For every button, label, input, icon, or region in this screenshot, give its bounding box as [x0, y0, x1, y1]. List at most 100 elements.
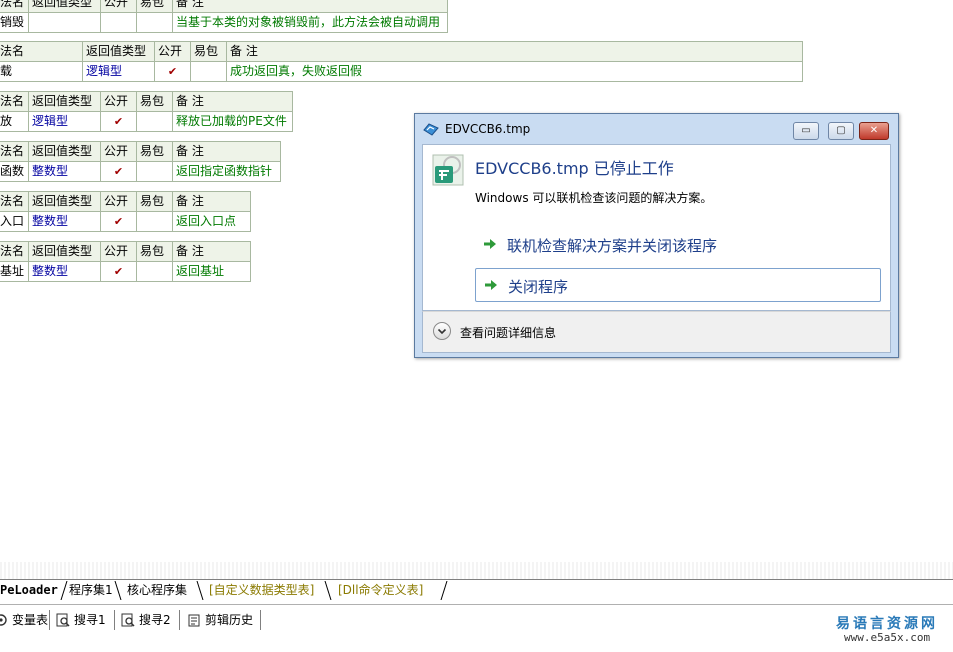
app-icon [423, 123, 439, 136]
clipboard-icon [188, 614, 200, 627]
crash-dialog: EDVCCB6.tmp ▭ ▢ ✕ EDVCCB6.tmp 已停止工作 Wind… [414, 113, 899, 358]
cell-return-type[interactable]: 逻辑型 [82, 61, 155, 82]
cell-note[interactable]: 返回入口点 [172, 211, 251, 232]
cell-return-type[interactable]: 逻辑型 [28, 111, 101, 132]
maximize-icon: ▢ [836, 125, 846, 136]
check-online-label: 联机检查解决方案并关闭该程序 [507, 237, 718, 255]
tab-core-program-set[interactable]: 核心程序集 [123, 582, 191, 599]
header-easy-pkg: 易包 [136, 191, 173, 212]
header-return-type: 返回值类型 [28, 241, 101, 262]
cell-method-name[interactable]: 函数 [0, 161, 29, 182]
header-note: 备 注 [172, 191, 251, 212]
header-method-name: 法名 [0, 241, 29, 262]
dialog-titlebar[interactable]: EDVCCB6.tmp ▭ ▢ ✕ [415, 114, 898, 144]
cell-public[interactable]: ✔ [100, 211, 137, 232]
method-table-1: 法名 返回值类型 公开 易包 备 注 销毁 当基于本类的对象被销毁前，此方法会被… [0, 0, 448, 33]
header-method-name: 法名 [0, 41, 83, 62]
cell-method-name[interactable]: 入口 [0, 211, 29, 232]
cell-method-name[interactable]: 载 [0, 61, 83, 82]
table-row[interactable]: 放 逻辑型 ✔ 释放已加载的PE文件 [0, 111, 293, 132]
cell-return-type[interactable]: 整数型 [28, 211, 101, 232]
search-doc-icon [56, 613, 70, 627]
cell-easy-pkg[interactable] [136, 211, 173, 232]
header-return-type: 返回值类型 [28, 0, 101, 13]
header-method-name: 法名 [0, 191, 29, 212]
table-row[interactable]: 载 逻辑型 ✔ 成功返回真，失败返回假 [0, 61, 803, 82]
header-note: 备 注 [172, 141, 281, 162]
tab-custom-data-types[interactable]: [自定义数据类型表] [205, 582, 318, 599]
close-icon: ✕ [869, 125, 879, 136]
search-2-button[interactable]: 搜寻2 [121, 611, 171, 629]
cell-public[interactable]: ✔ [100, 261, 137, 282]
cell-note[interactable]: 当基于本类的对象被销毁前，此方法会被自动调用 [172, 12, 448, 33]
header-method-name: 法名 [0, 0, 29, 13]
close-button[interactable]: ✕ [859, 122, 889, 140]
tab-separator [114, 581, 122, 600]
dialog-heading: EDVCCB6.tmp 已停止工作 [475, 159, 674, 178]
cell-easy-pkg[interactable] [136, 161, 173, 182]
header-note: 备 注 [172, 241, 251, 262]
variable-table-label: 变量表 [12, 613, 49, 627]
tab-peloader[interactable]: PeLoader [0, 582, 62, 599]
cell-public[interactable] [100, 12, 137, 33]
program-icon [432, 154, 464, 186]
cell-method-name[interactable]: 销毁 [0, 12, 29, 33]
close-program-option[interactable]: 关闭程序 [475, 268, 881, 302]
cell-easy-pkg[interactable] [136, 111, 173, 132]
maximize-button[interactable]: ▢ [828, 122, 854, 140]
cell-method-name[interactable]: 放 [0, 111, 29, 132]
cell-return-type[interactable]: 整数型 [28, 161, 101, 182]
cell-note[interactable]: 释放已加载的PE文件 [172, 111, 293, 132]
header-note: 备 注 [226, 41, 803, 62]
header-method-name: 法名 [0, 141, 29, 162]
header-easy-pkg: 易包 [136, 141, 173, 162]
editor-bottom-edge [0, 562, 953, 579]
tab-program-set-1[interactable]: 程序集1 [65, 582, 117, 599]
search-1-button[interactable]: 搜寻1 [56, 611, 106, 629]
cell-public[interactable]: ✔ [154, 61, 191, 82]
check-online-option[interactable]: 联机检查解决方案并关闭该程序 [475, 228, 881, 262]
method-table-2: 法名 返回值类型 公开 易包 备 注 载 逻辑型 ✔ 成功返回真，失败返回假 [0, 41, 803, 82]
header-public: 公开 [154, 41, 191, 62]
method-table-3: 法名 返回值类型 公开 易包 备 注 放 逻辑型 ✔ 释放已加载的PE文件 [0, 91, 293, 132]
variable-table-button[interactable]: 变量表 [0, 611, 48, 629]
header-note: 备 注 [172, 91, 293, 112]
table-header-row: 法名 返回值类型 公开 易包 备 注 [0, 91, 293, 112]
toolbar-separator [260, 610, 261, 630]
arrow-right-icon [484, 239, 496, 249]
table-row[interactable]: 入口 整数型 ✔ 返回入口点 [0, 211, 251, 232]
cell-note[interactable]: 返回指定函数指针 [172, 161, 281, 182]
table-header-row: 法名 返回值类型 公开 易包 备 注 [0, 191, 251, 212]
table-row[interactable]: 基址 整数型 ✔ 返回基址 [0, 261, 251, 282]
table-row[interactable]: 销毁 当基于本类的对象被销毁前，此方法会被自动调用 [0, 12, 448, 33]
cell-public[interactable]: ✔ [100, 161, 137, 182]
clip-history-button[interactable]: 剪辑历史 [187, 611, 253, 629]
tab-dll-commands[interactable]: [Dll命令定义表] [334, 582, 427, 599]
header-return-type: 返回值类型 [28, 91, 101, 112]
cell-easy-pkg[interactable] [136, 261, 173, 282]
cell-public[interactable]: ✔ [100, 111, 137, 132]
header-note: 备 注 [172, 0, 448, 13]
chevron-down-icon[interactable] [433, 322, 451, 340]
cell-return-type[interactable]: 整数型 [28, 261, 101, 282]
cell-note[interactable]: 成功返回真，失败返回假 [226, 61, 803, 82]
clip-history-label: 剪辑历史 [205, 613, 254, 627]
toolbar-separator [179, 610, 180, 630]
header-return-type: 返回值类型 [28, 141, 101, 162]
watermark-url: www.e5a5x.com [844, 631, 931, 644]
header-easy-pkg: 易包 [190, 41, 227, 62]
cell-easy-pkg[interactable] [136, 12, 173, 33]
table-row[interactable]: 函数 整数型 ✔ 返回指定函数指针 [0, 161, 281, 182]
search-2-label: 搜寻2 [139, 613, 171, 627]
dialog-footer: 查看问题详细信息 [422, 311, 891, 353]
cell-return-type[interactable] [28, 12, 101, 33]
close-program-label: 关闭程序 [508, 278, 569, 296]
view-details-link[interactable]: 查看问题详细信息 [460, 324, 556, 341]
table-header-row: 法名 返回值类型 公开 易包 备 注 [0, 241, 251, 262]
minimize-icon: ▭ [801, 125, 811, 136]
cell-method-name[interactable]: 基址 [0, 261, 29, 282]
minimize-button[interactable]: ▭ [793, 122, 819, 140]
cell-note[interactable]: 返回基址 [172, 261, 251, 282]
cell-easy-pkg[interactable] [190, 61, 227, 82]
method-table-6: 法名 返回值类型 公开 易包 备 注 基址 整数型 ✔ 返回基址 [0, 241, 251, 282]
